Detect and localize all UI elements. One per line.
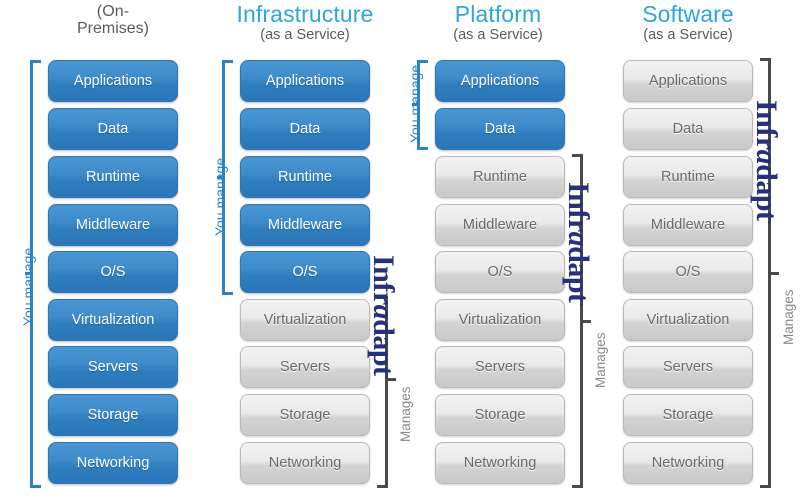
label-you-manage-iaas: You manage: [212, 157, 228, 236]
box-on-premises-servers: Servers: [48, 346, 178, 388]
box-on-premises-applications: Applications: [48, 60, 178, 102]
box-iaas-applications: Applications: [240, 60, 370, 102]
brand-suffix: dapt: [367, 319, 400, 376]
box-saas-storage: Storage: [623, 394, 753, 436]
brand-dot: .: [381, 375, 398, 380]
label-manages-saas: Manages: [781, 289, 796, 345]
box-paas-middleware: Middleware: [435, 204, 565, 246]
box-iaas-middleware: Middleware: [240, 204, 370, 246]
box-iaas-virtualization: Virtualization: [240, 299, 370, 341]
box-iaas-servers: Servers: [240, 346, 370, 388]
bracket-tick-provider-saas: [771, 272, 779, 275]
box-paas-virtualization: Virtualization: [435, 299, 565, 341]
box-saas-middleware: Middleware: [623, 204, 753, 246]
box-on-premises-data: Data: [48, 108, 178, 150]
bracket-tick-provider-paas: [583, 320, 591, 323]
brand-suffix: dapt: [562, 246, 595, 303]
box-on-premises-virtualization: Virtualization: [48, 299, 178, 341]
column-title-line2: (as a Service): [643, 27, 733, 44]
box-saas-virtualization: Virtualization: [623, 299, 753, 341]
box-iaas-networking: Networking: [240, 442, 370, 484]
column-title-line1: Platform: [454, 1, 542, 27]
box-paas-servers: Servers: [435, 346, 565, 388]
column-title-line2: (as a Service): [453, 27, 543, 44]
box-iaas-runtime: Runtime: [240, 156, 370, 198]
column-title-line2: (as a Service): [260, 27, 350, 44]
box-saas-os: O/S: [623, 251, 753, 293]
brand-dot: .: [764, 220, 781, 225]
box-on-premises-runtime: Runtime: [48, 156, 178, 198]
box-iaas-data: Data: [240, 108, 370, 150]
brand-italic-a: a: [367, 304, 400, 320]
box-saas-servers: Servers: [623, 346, 753, 388]
brand-prefix: Infr: [750, 100, 783, 150]
brand-dot: .: [576, 302, 593, 307]
label-you-manage-paas: You manage: [407, 64, 423, 143]
brand-infradapt-saas: Infradapt.: [749, 100, 783, 224]
box-paas-applications: Applications: [435, 60, 565, 102]
column-header-infrastructure: Infrastructure (as a Service): [235, 2, 375, 43]
brand-italic-a: a: [562, 231, 595, 247]
column-title-line2: Premises): [76, 19, 149, 37]
box-paas-os: O/S: [435, 251, 565, 293]
brand-infradapt-iaas: Infradapt.: [366, 255, 400, 379]
box-paas-storage: Storage: [435, 394, 565, 436]
brand-italic-a: a: [750, 149, 783, 165]
label-manages-paas: Manages: [593, 332, 608, 388]
column-header-platform: Platform (as a Service): [428, 2, 568, 43]
column-title-line1: Software: [642, 1, 734, 27]
box-on-premises-middleware: Middleware: [48, 204, 178, 246]
label-manages-iaas: Manages: [398, 386, 413, 442]
box-saas-runtime: Runtime: [623, 156, 753, 198]
brand-infradapt-paas: Infradapt.: [561, 182, 595, 306]
box-saas-data: Data: [623, 108, 753, 150]
box-on-premises-networking: Networking: [48, 442, 178, 484]
box-on-premises-os: O/S: [48, 251, 178, 293]
column-header-software: Software (as a Service): [618, 2, 758, 43]
column-title-line1: (On-: [96, 3, 130, 20]
box-paas-networking: Networking: [435, 442, 565, 484]
brand-prefix: Infr: [562, 182, 595, 232]
brand-prefix: Infr: [367, 255, 400, 305]
box-paas-data: Data: [435, 108, 565, 150]
column-header-on-premises: (On- Premises): [48, 3, 178, 38]
box-iaas-os: O/S: [240, 251, 370, 293]
box-paas-runtime: Runtime: [435, 156, 565, 198]
box-saas-networking: Networking: [623, 442, 753, 484]
box-saas-applications: Applications: [623, 60, 753, 102]
box-on-premises-storage: Storage: [48, 394, 178, 436]
diagram-canvas: (On- Premises) Infrastructure (as a Serv…: [0, 0, 809, 503]
brand-suffix: dapt: [750, 164, 783, 221]
label-you-manage-on-premises: You manage: [20, 247, 36, 326]
box-iaas-storage: Storage: [240, 394, 370, 436]
column-title-line1: Infrastructure: [236, 1, 374, 27]
